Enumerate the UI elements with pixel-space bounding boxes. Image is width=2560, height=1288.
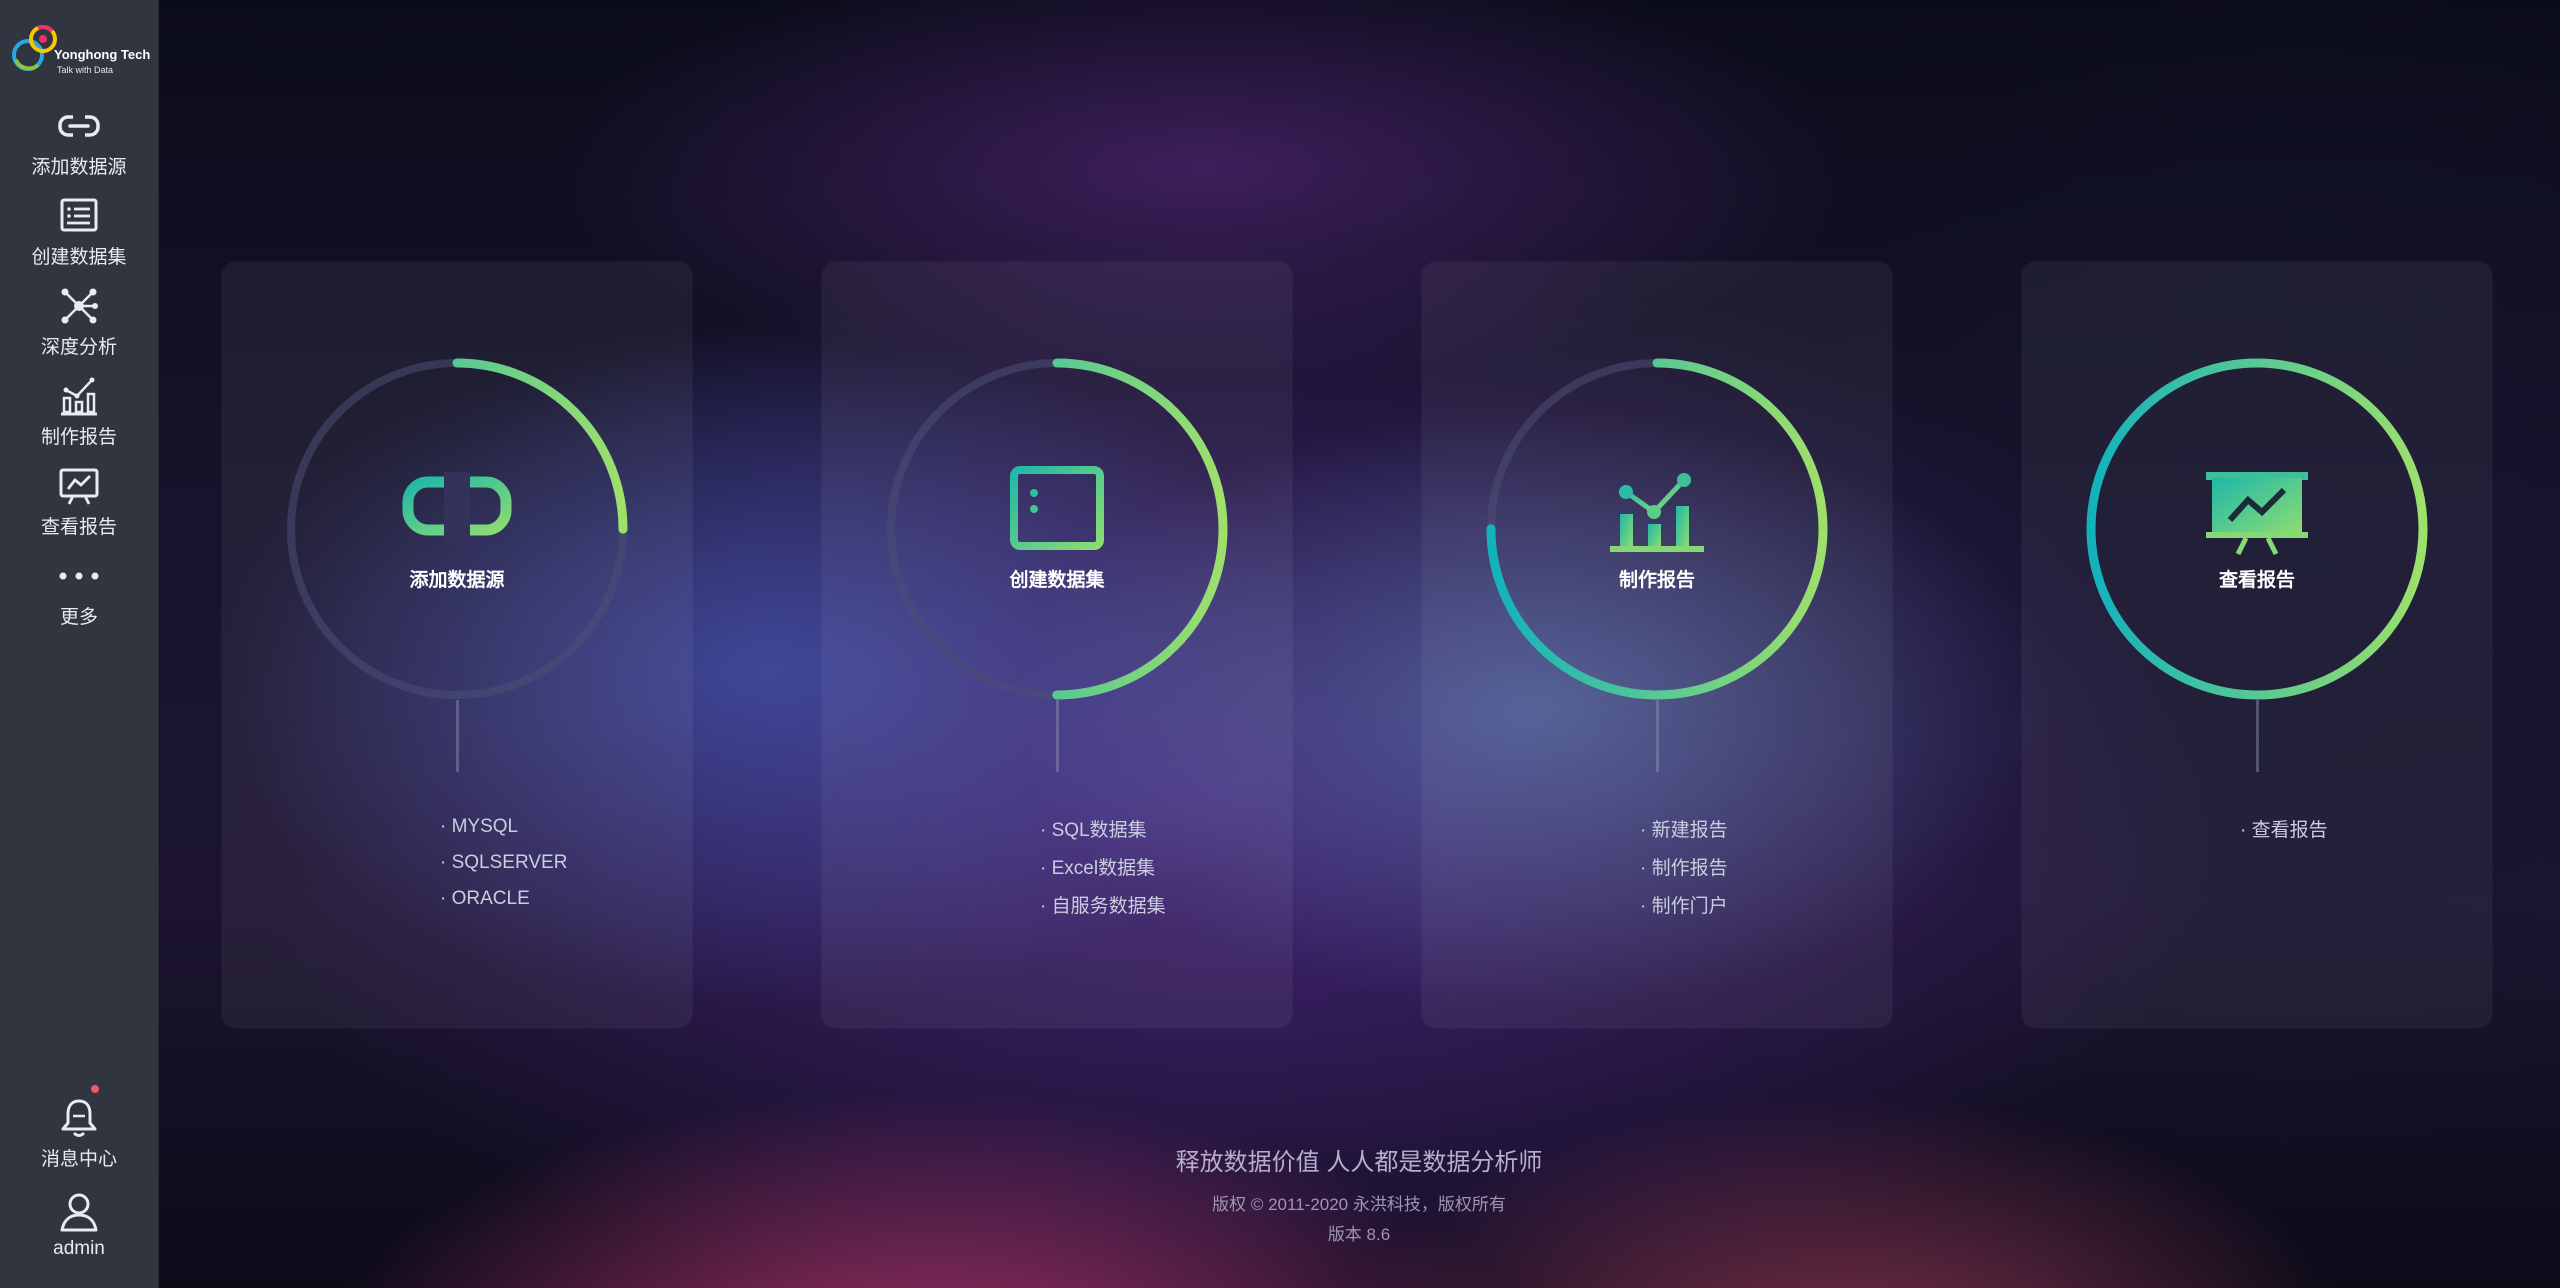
sidebar-item-label: 查看报告 <box>40 517 117 538</box>
logo[interactable]: Yonghong Tech Talk with Data <box>10 14 150 80</box>
bar-chart-icon <box>61 377 97 416</box>
presentation-chart-icon <box>2206 472 2308 556</box>
bar-chart-icon <box>1610 473 1704 552</box>
card-title: 添加数据源 <box>409 570 505 591</box>
sidebar-item-deep-analysis[interactable]: 深度分析 <box>0 280 158 360</box>
card-title: 制作报告 <box>1618 570 1695 591</box>
sidebar-item-label: 消息中心 <box>40 1149 117 1170</box>
sidebar-item-more[interactable]: 更多 <box>0 550 158 630</box>
bell-icon <box>61 1099 97 1137</box>
card-item-view-report[interactable]: · 查看报告 <box>2240 812 2560 850</box>
user-icon <box>60 1193 98 1232</box>
presentation-chart-icon <box>59 468 99 505</box>
link-icon <box>402 472 512 542</box>
dataset-list-icon <box>60 198 98 232</box>
card-view-report[interactable]: 查看报告 · 查看报告 <box>2022 262 2492 1028</box>
sidebar-item-label: 添加数据源 <box>31 157 127 178</box>
sidebar-item-view-report[interactable]: 查看报告 <box>0 460 158 540</box>
more-dots-icon <box>59 572 99 580</box>
card-stem <box>1656 700 1659 772</box>
card-stem <box>1056 700 1059 772</box>
sidebar-item-label: 制作报告 <box>40 427 117 448</box>
footer-slogan: 释放数据价值 人人都是数据分析师 <box>1175 1149 1543 1176</box>
footer-version: 版本 8.6 <box>1327 1225 1391 1244</box>
sidebar-item-create-dataset[interactable]: 创建数据集 <box>0 190 158 270</box>
card-create-dataset[interactable]: 创建数据集 · SQL数据集 · Excel数据集 · 自服务数据集 <box>822 262 1292 1028</box>
network-nodes-icon <box>61 288 98 324</box>
sidebar-item-add-datasource[interactable]: 添加数据源 <box>0 100 158 180</box>
card-stem <box>2256 700 2259 772</box>
link-icon <box>58 112 100 140</box>
card-title: 创建数据集 <box>1009 570 1105 591</box>
sidebar-item-make-report[interactable]: 制作报告 <box>0 370 158 450</box>
card-item-list: · 新建报告 · 制作报告 · 制作门户 <box>1422 812 2110 926</box>
logo-rings-icon <box>12 24 57 71</box>
card-item-list: · MYSQL · SQLSERVER · ORACLE <box>222 808 910 918</box>
card-add-datasource[interactable]: 添加数据源 · MYSQL · SQLSERVER · ORACLE <box>222 262 692 1028</box>
card-stem <box>456 700 459 772</box>
sidebar-item-label: 深度分析 <box>40 337 117 358</box>
sidebar-item-message-center[interactable]: 消息中心 <box>0 1092 158 1172</box>
footer-copyright: 版权 © 2011-2020 永洪科技，版权所有 <box>1212 1195 1506 1214</box>
sidebar-item-label: admin <box>53 1238 105 1259</box>
card-make-report[interactable]: 制作报告 · 新建报告 · 制作报告 · 制作门户 <box>1422 262 1892 1028</box>
dataset-list-icon <box>1010 466 1104 550</box>
sidebar: Yonghong Tech Talk with Data 添加数据源 创建数据集 <box>0 0 159 1288</box>
card-title: 查看报告 <box>2218 570 2295 591</box>
sidebar-item-user[interactable]: admin <box>0 1186 158 1266</box>
sidebar-item-label: 更多 <box>59 607 98 628</box>
logo-tagline: Talk with Data <box>57 65 114 75</box>
logo-name: Yonghong Tech <box>54 47 151 62</box>
card-item-list: · SQL数据集 · Excel数据集 · 自服务数据集 <box>822 812 1510 926</box>
notification-dot <box>91 1085 99 1093</box>
card-item-list: · 查看报告 <box>2022 812 2560 850</box>
sidebar-item-label: 创建数据集 <box>31 247 127 268</box>
